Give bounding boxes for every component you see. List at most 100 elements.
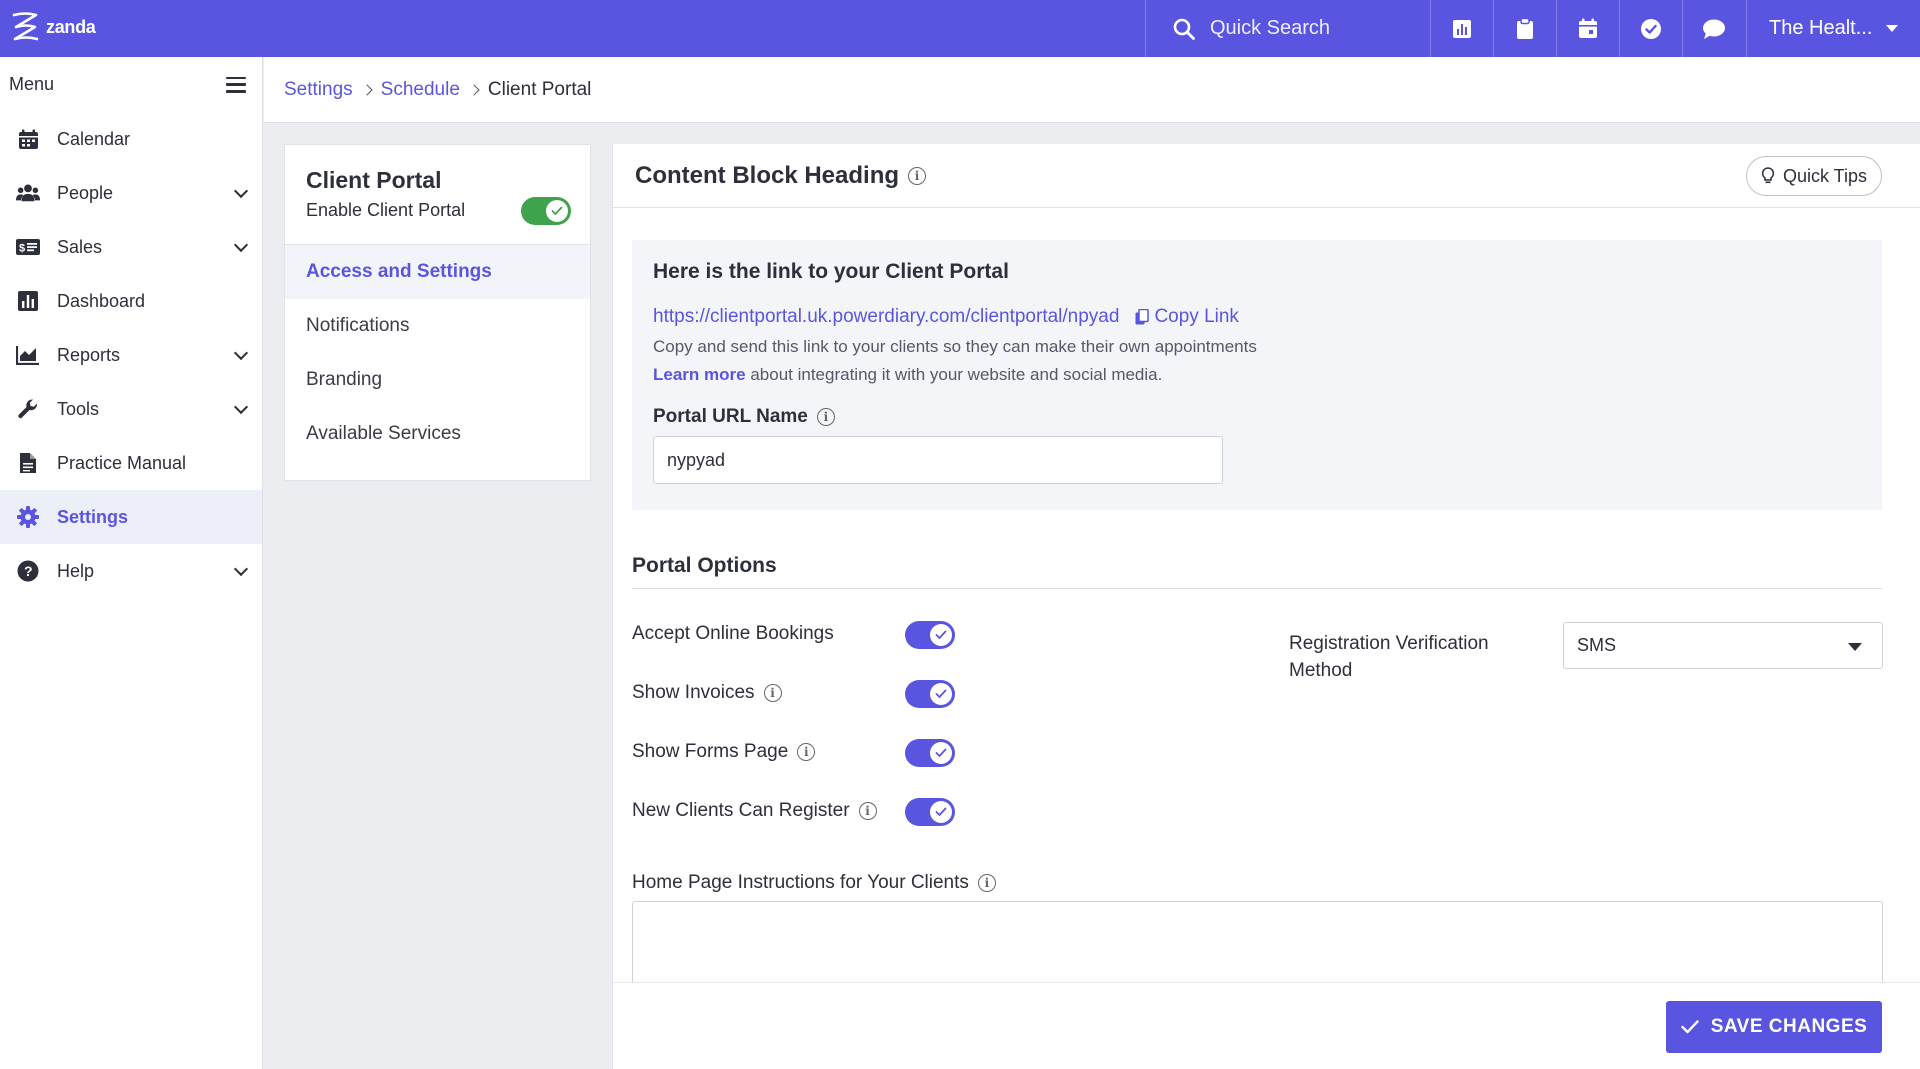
option-label: New Clients Can Register <box>632 800 850 821</box>
sidebar-item-label: Reports <box>57 344 121 365</box>
sidebar-item-label: Help <box>57 560 95 581</box>
account-menu[interactable]: The Healt... <box>1746 0 1920 57</box>
chevron-down-icon <box>233 345 249 361</box>
calendar-icon <box>1579 18 1597 38</box>
sidebar-item-people[interactable]: People <box>0 166 262 220</box>
info-icon[interactable]: i <box>977 874 996 892</box>
option-show-forms-page: Show Forms Page i <box>632 741 816 763</box>
main-panel: Content Block Heading i Quick Tips Here … <box>612 144 1920 1069</box>
subnav-title: Client Portal <box>306 167 442 193</box>
copy-link-button[interactable]: Copy Link <box>1135 306 1239 328</box>
toolbar-tasks-button[interactable] <box>1619 0 1682 57</box>
option-accept-online-bookings: Accept Online Bookings <box>632 623 834 645</box>
quick-tips-button[interactable]: Quick Tips <box>1746 156 1882 196</box>
portal-options-title: Portal Options <box>632 554 1882 589</box>
check-icon <box>1680 1020 1699 1034</box>
chevron-down-icon <box>1886 25 1899 32</box>
sidebar: Menu Calendar People $ Sales Dashboard R… <box>0 57 263 1069</box>
save-changes-label: SAVE CHANGES <box>1710 1016 1868 1037</box>
save-changes-button[interactable]: SAVE CHANGES <box>1666 1001 1882 1053</box>
sidebar-item-practice-manual[interactable]: Practice Manual <box>0 436 262 490</box>
check-icon <box>935 807 947 817</box>
portal-link-section: Here is the link to your Client Portal h… <box>632 240 1882 510</box>
portal-url-link[interactable]: https://clientportal.uk.powerdiary.com/c… <box>653 306 1119 328</box>
sidebar-item-label: Settings <box>57 506 129 527</box>
show-invoices-toggle[interactable] <box>905 680 955 708</box>
home-page-instructions-label: Home Page Instructions for Your Clients … <box>632 872 996 894</box>
clipboard-icon <box>1517 17 1533 39</box>
toolbar-calendar-button[interactable] <box>1556 0 1619 57</box>
reports-icon <box>16 343 40 367</box>
sidebar-item-dashboard[interactable]: Dashboard <box>0 274 262 328</box>
sidebar-item-label: Sales <box>57 236 103 257</box>
breadcrumb: Settings Schedule Client Portal <box>264 57 1920 123</box>
sidebar-item-help[interactable]: ? Help <box>0 544 262 598</box>
sidebar-item-sales[interactable]: $ Sales <box>0 220 262 274</box>
gear-icon <box>16 505 40 529</box>
toolbar-clipboard-button[interactable] <box>1493 0 1556 57</box>
sidebar-item-settings[interactable]: Settings <box>0 490 262 544</box>
registration-verification-select[interactable]: SMS <box>1563 622 1883 669</box>
lightbulb-icon <box>1761 167 1775 184</box>
learn-more-row: Learn more about integrating it with you… <box>653 365 1861 385</box>
breadcrumb-schedule[interactable]: Schedule <box>381 79 460 101</box>
document-icon <box>16 451 40 475</box>
subnav-branding[interactable]: Branding <box>285 353 590 407</box>
learn-more-link[interactable]: Learn more <box>653 365 746 384</box>
info-icon[interactable]: i <box>797 743 816 761</box>
chevron-down-icon <box>233 561 249 577</box>
check-circle-icon <box>1641 18 1661 39</box>
chevron-down-icon <box>233 399 249 415</box>
bar-chart-icon <box>1453 19 1471 38</box>
home-page-instructions-text: Home Page Instructions for Your Clients <box>632 872 969 893</box>
zanda-logo-icon <box>12 12 39 41</box>
info-icon[interactable]: i <box>858 802 877 820</box>
info-icon[interactable]: i <box>763 684 782 702</box>
portal-link-help: Copy and send this link to your clients … <box>653 337 1257 356</box>
copy-link-label: Copy Link <box>1154 306 1239 327</box>
show-forms-page-toggle[interactable] <box>905 739 955 767</box>
info-icon[interactable]: i <box>908 166 927 185</box>
enable-client-portal-toggle[interactable] <box>521 197 571 225</box>
accept-online-bookings-toggle[interactable] <box>905 621 955 649</box>
option-label: Show Invoices <box>632 682 755 703</box>
option-show-invoices: Show Invoices i <box>632 682 782 704</box>
sales-icon: $ <box>16 235 40 259</box>
subnav-header: Client Portal Enable Client Portal <box>285 145 590 245</box>
sidebar-item-label: People <box>57 182 114 203</box>
portal-url-name-input[interactable] <box>653 436 1223 484</box>
zanda-logo[interactable]: zanda <box>10 10 96 44</box>
portal-url-name-text: Portal URL Name <box>653 406 808 427</box>
registration-verification-value: SMS <box>1577 635 1617 655</box>
subnav-access-and-settings[interactable]: Access and Settings <box>285 245 590 299</box>
breadcrumb-settings[interactable]: Settings <box>284 79 353 101</box>
toolbar-chart-button[interactable] <box>1430 0 1493 57</box>
info-icon[interactable]: i <box>816 408 835 426</box>
menu-header: Menu <box>0 57 262 112</box>
sidebar-item-reports[interactable]: Reports <box>0 328 262 382</box>
toolbar-messages-button[interactable] <box>1682 0 1745 57</box>
sidebar-item-tools[interactable]: Tools <box>0 382 262 436</box>
check-icon <box>935 630 947 640</box>
chevron-down-icon <box>233 237 249 253</box>
top-bar: zanda Quick Search The Healt... <box>0 0 1920 57</box>
registration-verification-label: Registration Verification Method <box>1289 633 1489 681</box>
chat-bubble-icon <box>1703 19 1725 39</box>
calendar-icon <box>16 127 40 151</box>
portal-url-row: https://clientportal.uk.powerdiary.com/c… <box>653 306 1861 328</box>
subnav-notifications[interactable]: Notifications <box>285 299 590 353</box>
menu-label: Menu <box>9 74 55 94</box>
content-block-heading: Content Block Heading <box>635 161 900 189</box>
portal-link-heading: Here is the link to your Client Portal <box>653 260 1009 283</box>
help-icon: ? <box>16 559 40 583</box>
toggle-knob <box>546 200 568 222</box>
search-icon <box>1173 18 1195 40</box>
chevron-down-icon <box>233 183 249 199</box>
account-name: The Healt... <box>1769 17 1873 39</box>
sidebar-item-calendar[interactable]: Calendar <box>0 112 262 166</box>
hamburger-icon[interactable] <box>226 76 246 93</box>
new-clients-can-register-toggle[interactable] <box>905 798 955 826</box>
subnav-available-services[interactable]: Available Services <box>285 407 590 461</box>
sidebar-item-label: Tools <box>57 398 100 419</box>
quick-search[interactable]: Quick Search <box>1145 0 1430 57</box>
